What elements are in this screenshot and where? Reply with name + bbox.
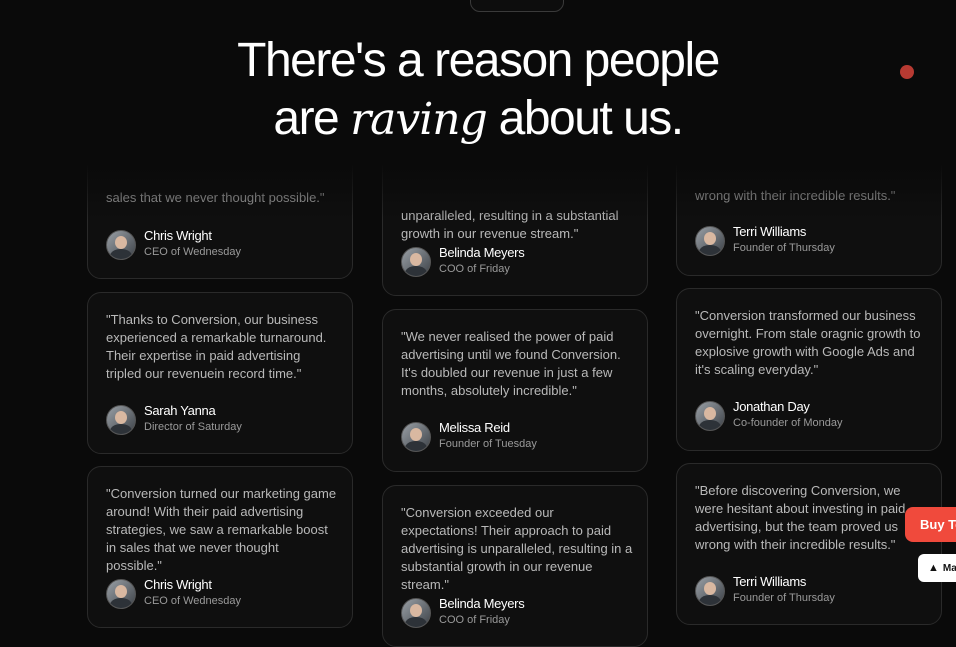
testimonial-card: "Conversion turned our marketing game ar…	[87, 466, 353, 628]
author-role: COO of Friday	[439, 614, 510, 626]
author-name: Jonathan Day	[733, 399, 810, 414]
testimonial-card: unparalleled, resulting in a substantial…	[382, 150, 648, 296]
author-name: Terri Williams	[733, 574, 807, 589]
buy-template-button[interactable]: Buy Te	[905, 507, 956, 542]
testimonial-quote: "Conversion transformed our business ove…	[695, 308, 921, 377]
testimonial-card: "Conversion exceeded our expectations! T…	[382, 485, 648, 647]
testimonial-card: "Before discovering Conversion, we were …	[676, 463, 942, 625]
avatar	[695, 226, 725, 256]
testimonial-quote: "Thanks to Conversion, our business expe…	[106, 312, 327, 381]
title-are: are	[273, 92, 339, 145]
title-rest: about us.	[498, 92, 684, 145]
cursor-dot	[900, 65, 914, 79]
title-line-1: There's a reason people	[237, 34, 720, 87]
testimonial-quote: "Conversion turned our marketing game ar…	[106, 486, 337, 573]
testimonial-quote: sales that we never thought possible."	[106, 190, 325, 205]
author-name: Belinda Meyers	[439, 245, 525, 260]
author-role: COO of Friday	[439, 263, 510, 275]
testimonial-quote: "Before discovering Conversion, we were …	[695, 483, 906, 552]
avatar	[106, 579, 136, 609]
testimonial-card: "Thanks to Conversion, our business expe…	[87, 292, 353, 454]
title-line-2: are raving about us.	[0, 90, 956, 149]
author-role: Founder of Tuesday	[439, 438, 537, 450]
testimonial-quote: "We never realised the power of paid adv…	[401, 329, 621, 398]
author-role: CEO of Wednesday	[144, 595, 242, 607]
author-name: Terri Williams	[733, 224, 807, 239]
top-pill-badge	[470, 0, 564, 12]
testimonial-quote: unparalleled, resulting in a substantial…	[401, 208, 619, 241]
author-name: Belinda Meyers	[439, 596, 525, 611]
avatar	[401, 598, 431, 628]
author-name: Melissa Reid	[439, 420, 510, 435]
made-label: Ma	[942, 563, 956, 574]
avatar	[106, 230, 136, 260]
testimonial-card: "We never realised the power of paid adv…	[382, 309, 648, 472]
author-name: Sarah Yanna	[144, 403, 216, 418]
framer-logo-icon: ▲	[928, 562, 939, 574]
author-role: Founder of Thursday	[733, 242, 835, 254]
author-role: CEO of Wednesday	[144, 246, 242, 258]
author-role: Co-founder of Monday	[733, 417, 843, 429]
avatar	[401, 422, 431, 452]
avatar	[695, 576, 725, 606]
testimonial-quote: "Conversion exceeded our expectations! T…	[401, 505, 633, 592]
author-role: Director of Saturday	[144, 421, 242, 433]
made-in-framer-badge[interactable]: ▲ Ma	[918, 554, 956, 582]
avatar	[695, 401, 725, 431]
testimonial-card: sales that we never thought possible." C…	[87, 150, 353, 279]
testimonial-card: wrong with their incredible results." Te…	[676, 150, 942, 276]
title-raving: raving	[350, 94, 488, 145]
author-name: Chris Wright	[144, 228, 212, 243]
avatar	[401, 247, 431, 277]
testimonial-quote: wrong with their incredible results."	[695, 188, 896, 203]
page-title: There's a reason people are raving about…	[0, 32, 956, 149]
author-role: Founder of Thursday	[733, 592, 835, 604]
testimonial-card: "Conversion transformed our business ove…	[676, 288, 942, 451]
avatar	[106, 405, 136, 435]
